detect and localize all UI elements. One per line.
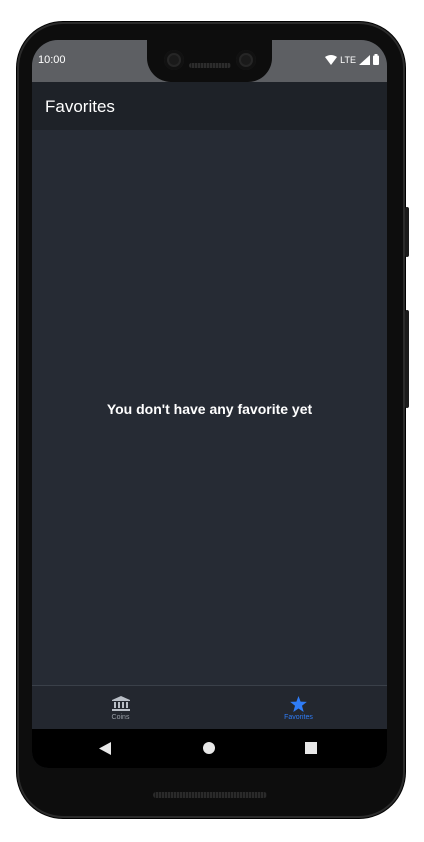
app-header: Favorites — [32, 82, 387, 130]
volume-button — [405, 310, 409, 408]
recents-icon[interactable] — [305, 742, 317, 754]
status-icons: LTE — [325, 54, 379, 65]
earpiece-speaker — [189, 63, 231, 68]
phone-screen: 10:00 LTE Favorites You don't have any f… — [32, 40, 387, 768]
power-button — [405, 207, 409, 257]
system-navigation-bar — [32, 729, 387, 768]
front-camera-icon — [164, 50, 184, 70]
tab-coins-label: Coins — [111, 713, 130, 721]
page-title: Favorites — [45, 97, 115, 116]
tab-favorites[interactable]: Favorites — [210, 686, 387, 730]
back-icon[interactable] — [99, 742, 111, 755]
favorites-content: You don't have any favorite yet — [32, 130, 387, 685]
tab-favorites-label: Favorites — [284, 713, 313, 721]
bottom-speaker-grille — [153, 792, 267, 798]
wifi-icon — [325, 54, 338, 65]
empty-state-message: You don't have any favorite yet — [106, 401, 313, 417]
network-type: LTE — [340, 54, 356, 65]
star-icon — [290, 695, 307, 712]
front-camera-icon — [236, 50, 256, 70]
tab-coins[interactable]: Coins — [32, 686, 209, 730]
bottom-tab-bar: Coins Favorites — [32, 685, 387, 730]
bank-icon — [111, 695, 130, 711]
home-icon[interactable] — [203, 742, 215, 754]
signal-icon — [359, 54, 370, 65]
camera-notch — [147, 40, 272, 82]
status-time: 10:00 — [38, 54, 66, 66]
status-bar: 10:00 LTE — [32, 40, 387, 82]
battery-icon — [373, 54, 379, 65]
